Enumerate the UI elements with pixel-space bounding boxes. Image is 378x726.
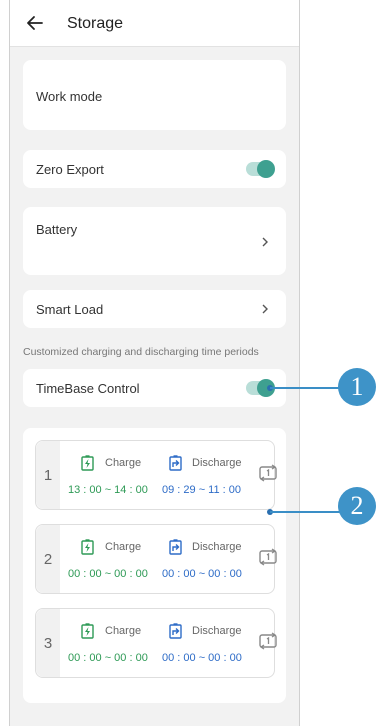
smart-load-label: Smart Load [36,302,104,317]
slot-number: 1 [36,441,60,509]
discharge-label: Discharge [192,541,242,553]
charge-label: Charge [105,541,142,553]
storage-screen: Storage Work mode Zero Export Battery Sm… [9,0,300,726]
work-mode-label: Work mode [36,89,103,104]
back-arrow-icon[interactable] [24,12,46,34]
repeat-icon[interactable] [258,463,278,483]
smart-load-row[interactable]: Smart Load [23,290,286,328]
time-slot-2[interactable]: 2 Charge Discharge 00 : 00 ~ 00 : 00 00 … [35,524,278,594]
discharge-time: 00 : 00 ~ 00 : 00 [162,652,242,664]
callout-2-line [270,511,340,513]
charge-time: 13 : 00 ~ 14 : 00 [68,484,148,496]
callout-2: 2 [338,487,376,525]
charge-time: 00 : 00 ~ 00 : 00 [68,568,148,580]
battery-charge-icon [81,623,94,639]
battery-label: Battery [36,222,78,237]
battery-charge-icon [81,455,94,471]
zero-export-toggle[interactable] [246,160,275,178]
app-bar: Storage [10,0,299,47]
repeat-icon[interactable] [258,631,278,651]
charge-label: Charge [105,625,142,637]
discharge-label: Discharge [192,625,242,637]
discharge-time: 09 : 29 ~ 11 : 00 [162,484,241,496]
timebase-control-label: TimeBase Control [36,381,140,396]
slot-number: 3 [36,609,60,677]
time-slot-3[interactable]: 3 Charge Discharge 00 : 00 ~ 00 : 00 00 … [35,608,278,678]
callout-1-line [270,387,340,389]
battery-discharge-icon [169,623,182,639]
section-note: Customized charging and discharging time… [23,346,259,358]
battery-row[interactable]: Battery [23,207,286,275]
battery-charge-icon [81,539,94,555]
charge-time: 00 : 00 ~ 00 : 00 [68,652,148,664]
toggle-knob [257,160,275,178]
zero-export-row: Zero Export [23,150,286,188]
repeat-icon[interactable] [258,547,278,567]
discharge-time: 00 : 00 ~ 00 : 00 [162,568,242,580]
discharge-label: Discharge [192,457,242,469]
zero-export-label: Zero Export [36,162,104,177]
chevron-right-icon [262,304,268,314]
timebase-control-row: TimeBase Control [23,369,286,407]
time-slots-panel: 1 Charge Discharge 13 : 00 ~ 14 : 00 09 … [23,428,286,703]
callout-1: 1 [338,368,376,406]
page-title: Storage [67,15,124,32]
time-slot-1[interactable]: 1 Charge Discharge 13 : 00 ~ 14 : 00 09 … [35,440,278,510]
battery-discharge-icon [169,539,182,555]
charge-label: Charge [105,457,142,469]
slot-number: 2 [36,525,60,593]
work-mode-row[interactable]: Work mode [23,60,286,130]
chevron-right-icon [262,237,268,247]
battery-discharge-icon [169,455,182,471]
